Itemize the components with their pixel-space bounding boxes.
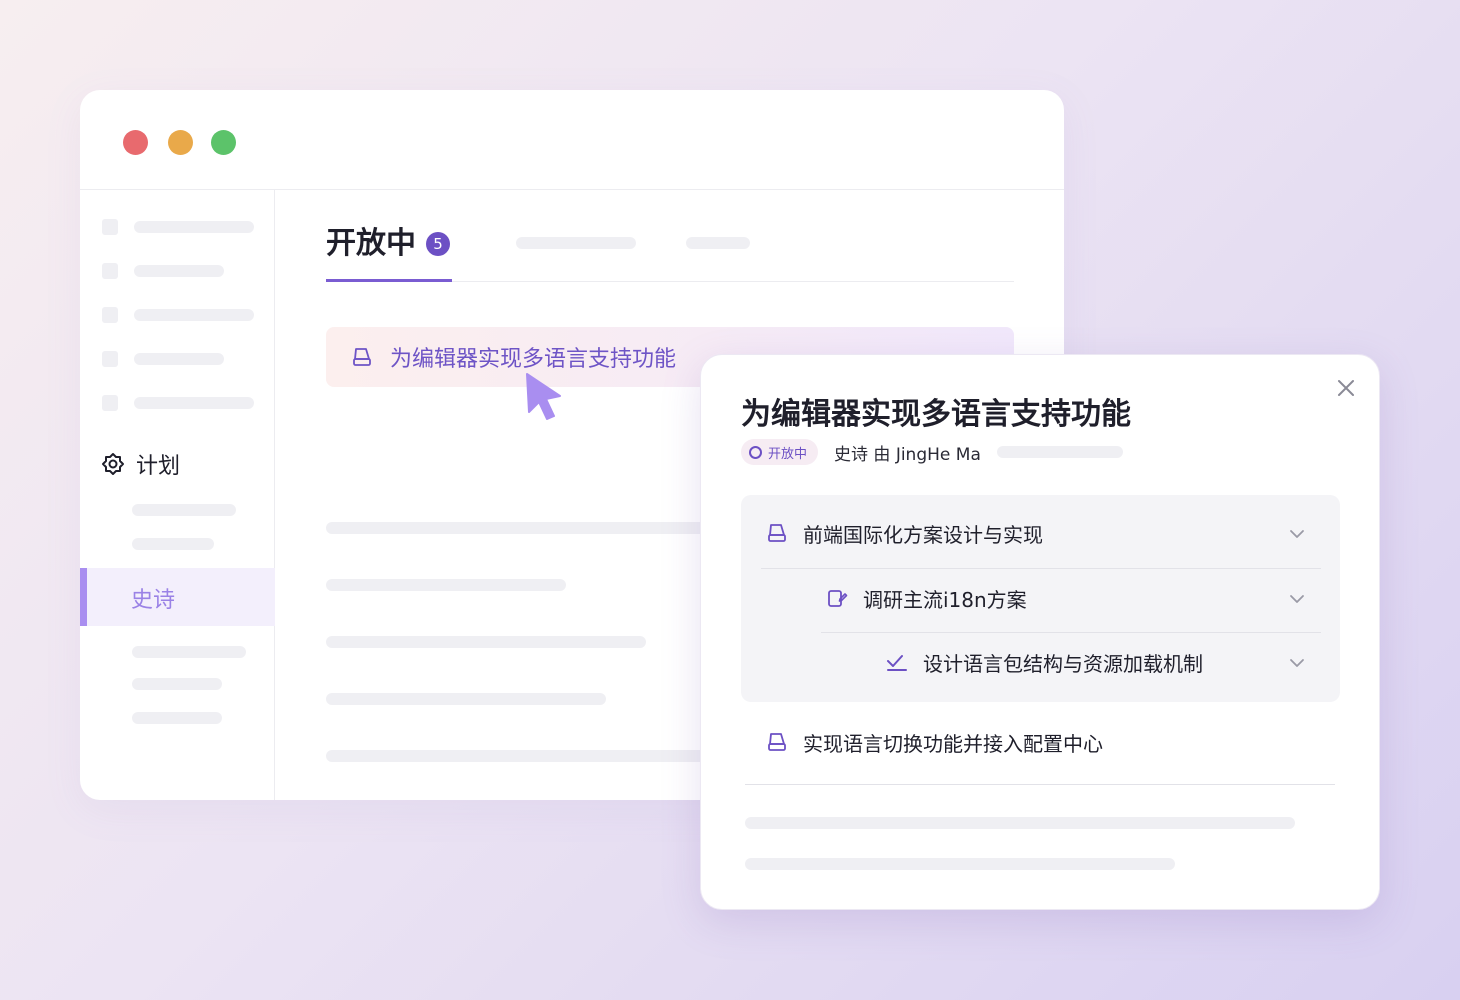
item-divider: [745, 784, 1335, 785]
modal-title: 为编辑器实现多语言支持功能: [741, 397, 1131, 432]
sidebar-placeholder-icon: [102, 307, 118, 323]
sidebar-placeholder-item[interactable]: [132, 712, 222, 724]
issue-placeholder-row[interactable]: [326, 579, 566, 591]
child-issue-tree: 前端国际化方案设计与实现 调研主流i18n方案 设计语言包结构与资源加载机制: [741, 495, 1340, 702]
tab-open[interactable]: 开放中 5: [326, 226, 452, 282]
tab-placeholder[interactable]: [686, 237, 750, 249]
chevron-down-icon[interactable]: [1288, 654, 1306, 672]
modal-placeholder-row: [745, 817, 1295, 829]
status-circle-icon: [749, 445, 762, 459]
story-icon: [828, 590, 848, 607]
sidebar-placeholder-icon: [102, 395, 118, 411]
sidebar-placeholder-item[interactable]: [132, 504, 236, 516]
tree-item-level-3[interactable]: 设计语言包结构与资源加载机制: [885, 630, 1203, 694]
sidebar-placeholder-item[interactable]: [134, 397, 254, 409]
tree-item-level-2[interactable]: 调研主流i18n方案: [825, 566, 1027, 630]
sidebar-plan-label: 计划: [136, 454, 181, 479]
sidebar-placeholder-item[interactable]: [134, 309, 254, 321]
tree-item-label: 设计语言包结构与资源加载机制: [923, 651, 1203, 676]
child-issue-label: 实现语言切换功能并接入配置中心: [803, 731, 1103, 756]
issue-detail-modal: 为编辑器实现多语言支持功能 开放中 史诗 由 JingHe Ma 前端国际化方案…: [700, 354, 1380, 910]
sidebar-placeholder-item[interactable]: [134, 353, 224, 365]
tab-count-badge: 5: [426, 232, 450, 256]
sidebar-section-plan[interactable]: 计划: [100, 448, 180, 480]
tab-open-label: 开放中: [326, 226, 416, 261]
status-badge[interactable]: 开放中: [741, 439, 819, 465]
issue-title: 为编辑器实现多语言支持功能: [390, 347, 677, 372]
child-issue-item[interactable]: 实现语言切换功能并接入配置中心: [765, 710, 1103, 774]
sidebar-placeholder-item[interactable]: [134, 265, 224, 277]
issue-placeholder-row[interactable]: [326, 750, 746, 762]
epic-icon: [353, 348, 371, 366]
tree-item-level-1[interactable]: 前端国际化方案设计与实现: [765, 501, 1043, 565]
sidebar-placeholder-item[interactable]: [132, 538, 214, 550]
modal-placeholder-row: [745, 858, 1175, 870]
task-check-icon: [887, 655, 907, 671]
issue-placeholder-row[interactable]: [326, 693, 606, 705]
issue-placeholder-row[interactable]: [326, 522, 746, 534]
plan-gear-icon: [102, 453, 124, 475]
sidebar: 计划 史诗: [80, 190, 275, 800]
close-icon[interactable]: [1335, 377, 1357, 399]
issue-placeholder-row[interactable]: [326, 636, 646, 648]
chevron-down-icon[interactable]: [1288, 590, 1306, 608]
mouse-pointer-icon: [526, 373, 561, 420]
sidebar-placeholder-item[interactable]: [132, 678, 222, 690]
close-window-button[interactable]: [123, 130, 148, 155]
chevron-down-icon[interactable]: [1288, 525, 1306, 543]
tree-item-label: 前端国际化方案设计与实现: [803, 522, 1043, 547]
modal-meta: 开放中 史诗 由 JingHe Ma: [741, 439, 1123, 465]
sidebar-placeholder-item[interactable]: [134, 221, 254, 233]
sidebar-item-epic[interactable]: 史诗: [80, 568, 275, 626]
title-bar: [80, 90, 1064, 190]
sidebar-epic-label: 史诗: [131, 588, 176, 613]
sidebar-placeholder-item[interactable]: [132, 646, 246, 658]
sidebar-placeholder-icon: [102, 263, 118, 279]
tab-placeholder[interactable]: [516, 237, 636, 249]
meta-placeholder: [996, 446, 1123, 458]
maximize-window-button[interactable]: [211, 130, 236, 155]
status-text: 开放中: [768, 446, 808, 462]
minimize-window-button[interactable]: [168, 130, 193, 155]
meta-author: 史诗 由 JingHe Ma: [834, 444, 981, 465]
epic-icon: [768, 733, 786, 751]
tab-bar: 开放中 5: [326, 190, 1014, 282]
sidebar-placeholder-icon: [102, 219, 118, 235]
epic-icon: [768, 524, 786, 542]
tree-item-label: 调研主流i18n方案: [863, 587, 1027, 612]
sidebar-placeholder-icon: [102, 351, 118, 367]
